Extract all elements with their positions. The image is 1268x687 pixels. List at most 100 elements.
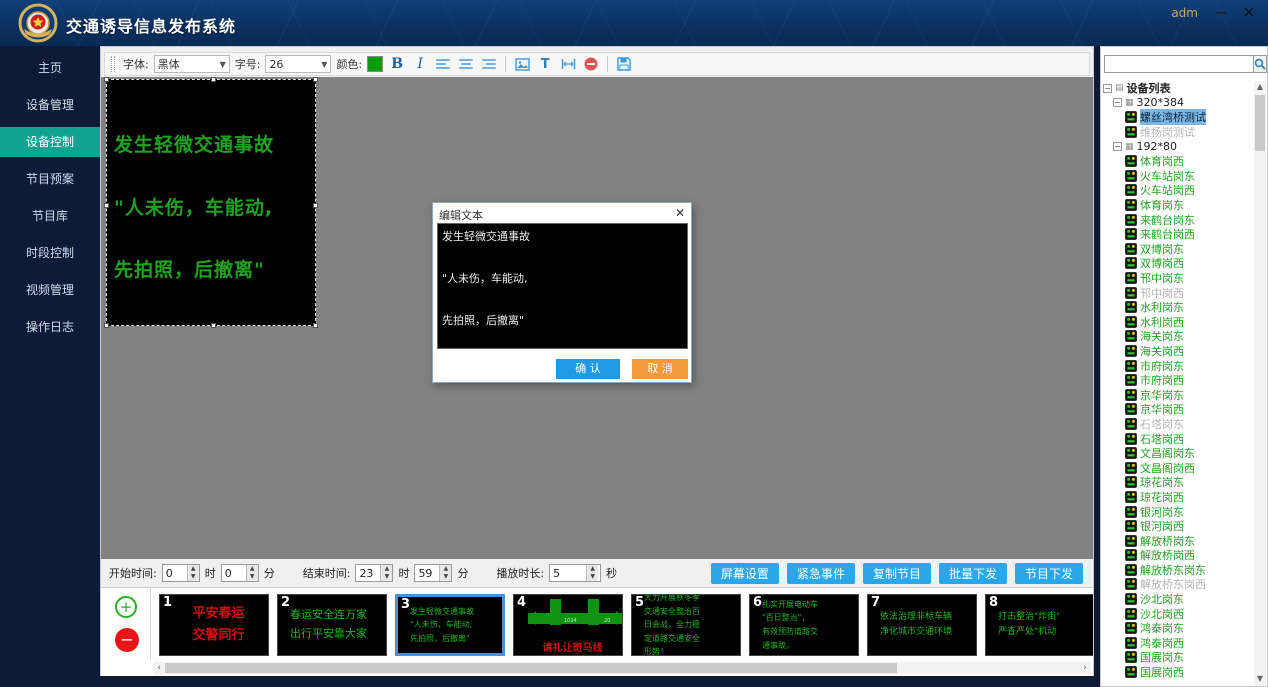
resize-handle-ne[interactable] (313, 77, 318, 82)
stepper-down-icon[interactable]: ▼ (188, 573, 199, 581)
align-center-button[interactable] (457, 55, 475, 73)
device-node-鸿泰岗东[interactable]: 鸿泰岗东 (1103, 621, 1257, 636)
color-swatch[interactable] (367, 56, 383, 72)
stepper-down-icon[interactable]: ▼ (587, 573, 598, 581)
device-node-体育岗东[interactable]: 体育岗东 (1103, 198, 1257, 213)
device-node-沙北岗西[interactable]: 沙北岗西 (1103, 606, 1257, 621)
sidebar-item-时段控制[interactable]: 时段控制 (0, 238, 100, 268)
insert-text-button[interactable]: T (536, 55, 554, 73)
resize-handle-s[interactable] (211, 323, 216, 328)
resize-handle-w[interactable] (104, 203, 109, 208)
add-program-button[interactable]: + (115, 596, 137, 618)
device-node-邗中岗西[interactable]: 邗中岗西 (1103, 285, 1257, 300)
sidebar-item-操作日志[interactable]: 操作日志 (0, 312, 100, 342)
stepper-down-icon[interactable]: ▼ (440, 573, 451, 581)
device-node-文昌阁岗西[interactable]: 文昌阁岗西 (1103, 460, 1257, 475)
cancel-button[interactable]: 取 消 (632, 359, 688, 379)
end-hour-stepper[interactable]: 23▲▼ (355, 564, 393, 582)
stepper-up-icon[interactable]: ▲ (587, 565, 598, 573)
scrollbar-thumb[interactable] (1255, 95, 1265, 151)
tree-toggle-icon[interactable]: − (1113, 98, 1122, 107)
text-editor-area[interactable]: 发生轻微交通事故 "人未伤，车能动, 先拍照，后撤离" (437, 223, 688, 349)
device-node-海关岗东[interactable]: 海关岗东 (1103, 329, 1257, 344)
device-node-螺丝湾桥测试[interactable]: 螺丝湾桥测试 (1103, 110, 1257, 125)
device-node-京华岗东[interactable]: 京华岗东 (1103, 387, 1257, 402)
device-node-火车站岗西[interactable]: 火车站岗西 (1103, 183, 1257, 198)
tree-toggle-icon[interactable]: − (1103, 84, 1112, 93)
sidebar-item-节目预案[interactable]: 节目预案 (0, 164, 100, 194)
device-node-京华岗西[interactable]: 京华岗西 (1103, 402, 1257, 417)
device-node-银河岗东[interactable]: 银河岗东 (1103, 504, 1257, 519)
device-node-解放桥岗西[interactable]: 解放桥岗西 (1103, 548, 1257, 563)
device-group-320*384[interactable]: −▦320*384 (1103, 96, 1257, 111)
device-node-鸿泰岗西[interactable]: 鸿泰岗西 (1103, 636, 1257, 651)
led-preview[interactable]: 发生轻微交通事故 "人未伤，车能动, 先拍照，后撤离" (106, 79, 316, 326)
fit-width-button[interactable] (559, 55, 577, 73)
minimize-icon[interactable]: ─ (1208, 2, 1234, 24)
delete-item-button[interactable] (582, 55, 600, 73)
device-node-市府岗东[interactable]: 市府岗东 (1103, 358, 1257, 373)
dialog-close-icon[interactable]: ✕ (675, 206, 685, 220)
sidebar-item-主页[interactable]: 主页 (0, 53, 100, 83)
device-node-火车站岗东[interactable]: 火车站岗东 (1103, 169, 1257, 184)
device-group-192*80[interactable]: −▦192*80 (1103, 139, 1257, 154)
stepper-down-icon[interactable]: ▼ (247, 573, 258, 581)
remove-program-button[interactable]: − (115, 628, 139, 652)
scrollbar-thumb[interactable] (165, 663, 897, 673)
program-thumbnail[interactable]: 6扎实开展电动车"百日整治"，有效预防道路交通事故。 (749, 594, 859, 656)
device-node-邗中岗东[interactable]: 邗中岗东 (1103, 271, 1257, 286)
font-size-select[interactable]: 26▼ (265, 55, 331, 73)
scroll-left-icon[interactable]: ‹ (153, 662, 165, 674)
align-right-button[interactable] (480, 55, 498, 73)
sidebar-item-设备管理[interactable]: 设备管理 (0, 90, 100, 120)
program-thumbnail[interactable]: 7依法治理非标车辆净化城市交通环境 (867, 594, 977, 656)
device-node-体育岗西[interactable]: 体育岗西 (1103, 154, 1257, 169)
stepper-up-icon[interactable]: ▲ (188, 565, 199, 573)
device-node-解放桥东岗西[interactable]: 解放桥东岗西 (1103, 577, 1257, 592)
close-icon[interactable]: ✕ (1236, 2, 1262, 24)
action-button-节目下发[interactable]: 节目下发 (1015, 563, 1083, 584)
action-button-紧急事件[interactable]: 紧急事件 (787, 563, 855, 584)
device-node-琼花岗东[interactable]: 琼花岗东 (1103, 475, 1257, 490)
italic-button[interactable]: I (411, 55, 429, 73)
resize-handle-se[interactable] (313, 323, 318, 328)
device-node-来鹤台岗西[interactable]: 来鹤台岗西 (1103, 227, 1257, 242)
end-minute-stepper[interactable]: 59▲▼ (414, 564, 452, 582)
resize-handle-nw[interactable] (104, 77, 109, 82)
device-node-解放桥岗东[interactable]: 解放桥岗东 (1103, 533, 1257, 548)
start-hour-stepper[interactable]: 0▲▼ (162, 564, 200, 582)
program-thumbnail[interactable]: 3发生轻微交通事故"人未伤，车能动,先拍照，后撤离" (395, 594, 505, 656)
scroll-up-icon[interactable]: ▲ (1254, 81, 1266, 93)
search-button[interactable] (1254, 55, 1267, 73)
confirm-button[interactable]: 确 认 (556, 359, 620, 379)
device-node-水利岗东[interactable]: 水利岗东 (1103, 300, 1257, 315)
device-node-市府岗西[interactable]: 市府岗西 (1103, 373, 1257, 388)
program-thumbnail[interactable]: 4102420请礼让斑马线 (513, 594, 623, 656)
scroll-down-icon[interactable]: ▼ (1254, 673, 1266, 685)
stepper-up-icon[interactable]: ▲ (440, 565, 451, 573)
action-button-批量下发[interactable]: 批量下发 (939, 563, 1007, 584)
device-node-琼花岗西[interactable]: 琼花岗西 (1103, 490, 1257, 505)
scroll-right-icon[interactable]: › (1079, 662, 1091, 674)
device-node-水利岗西[interactable]: 水利岗西 (1103, 315, 1257, 330)
device-node-双博岗西[interactable]: 双博岗西 (1103, 256, 1257, 271)
device-node-维扬岗测试[interactable]: 维扬岗测试 (1103, 125, 1257, 140)
device-node-银河岗西[interactable]: 银河岗西 (1103, 519, 1257, 534)
program-thumbnail[interactable]: 2春运安全连万家出行平安靠大家 (277, 594, 387, 656)
action-button-复制节目[interactable]: 复制节目 (863, 563, 931, 584)
stepper-down-icon[interactable]: ▼ (381, 573, 392, 581)
device-node-文昌阁岗东[interactable]: 文昌阁岗东 (1103, 446, 1257, 461)
tree-root[interactable]: −▤设备列表 (1103, 81, 1257, 96)
resize-handle-sw[interactable] (104, 323, 109, 328)
device-node-国展岗西[interactable]: 国展岗西 (1103, 665, 1257, 680)
save-button[interactable] (615, 55, 633, 73)
device-node-国展岗东[interactable]: 国展岗东 (1103, 650, 1257, 665)
sidebar-item-设备控制[interactable]: 设备控制 (0, 127, 100, 157)
device-node-来鹤台岗东[interactable]: 来鹤台岗东 (1103, 212, 1257, 227)
bold-button[interactable]: B (388, 55, 406, 73)
device-node-解放桥东岗东[interactable]: 解放桥东岗东 (1103, 563, 1257, 578)
sidebar-item-视频管理[interactable]: 视频管理 (0, 275, 100, 305)
program-thumbnail[interactable]: 8打击整治"炸街"严查严处"机动 (985, 594, 1093, 656)
start-minute-stepper[interactable]: 0▲▼ (221, 564, 259, 582)
resize-handle-n[interactable] (211, 77, 216, 82)
